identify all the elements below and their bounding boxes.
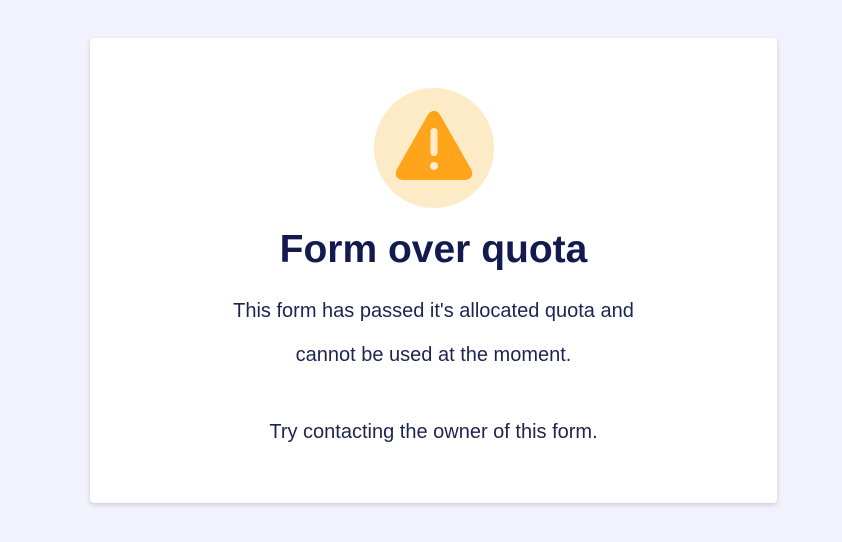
- description-line-2: cannot be used at the moment.: [295, 344, 572, 366]
- contact-owner-hint: Try contacting the owner of this form.: [269, 421, 598, 443]
- page-title: Form over quota: [279, 228, 588, 271]
- description-line-1: This form has passed it's allocated quot…: [233, 300, 634, 322]
- over-quota-card: Form over quota This form has passed it'…: [90, 38, 777, 503]
- quota-description: This form has passed it's allocated quot…: [90, 289, 777, 377]
- warning-triangle-icon: [395, 111, 473, 180]
- warning-icon-circle: [374, 88, 494, 208]
